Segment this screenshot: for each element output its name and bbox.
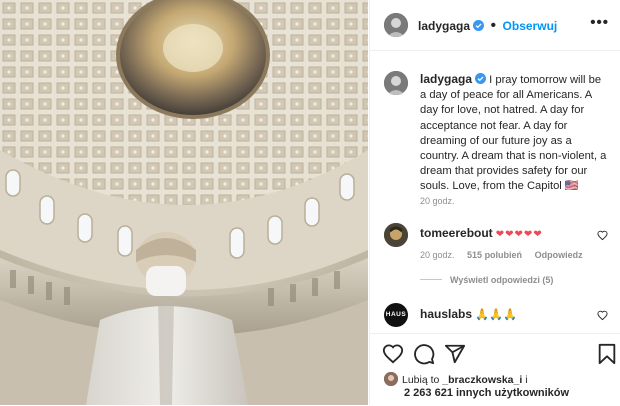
comment-likes[interactable]: 515 polubień [467, 250, 522, 260]
comment-username[interactable]: hauslabs [420, 307, 472, 321]
liked-by-prefix: Lubią to [402, 374, 440, 386]
like-comment-icon[interactable] [597, 310, 608, 321]
hauslabs-avatar[interactable]: HAUS [384, 303, 408, 327]
comment-text: 🙏🙏🙏 [475, 309, 517, 321]
share-icon[interactable] [444, 343, 466, 365]
us-flag-emoji: 🇺🇸 [564, 180, 579, 193]
caption-username[interactable]: ladygaga [420, 72, 472, 86]
like-comment-icon[interactable] [597, 230, 608, 241]
replies-divider [420, 279, 442, 280]
verified-badge-icon [475, 73, 487, 84]
author-avatar[interactable] [384, 13, 408, 37]
capitol-rotunda-image [0, 0, 368, 405]
caption-avatar[interactable] [384, 71, 408, 95]
author-username[interactable]: ladygaga [418, 19, 470, 33]
liker-avatar[interactable] [384, 372, 398, 386]
bookmark-icon[interactable] [596, 343, 618, 365]
heart-icon[interactable] [382, 343, 404, 365]
comment-body: tomeerebout ❤❤❤❤❤ [420, 226, 543, 240]
post-photo[interactable] [0, 0, 368, 405]
reply-button[interactable]: Odpowiedz [535, 250, 583, 260]
header-separator: • [490, 17, 497, 34]
verified-badge-icon [473, 20, 485, 31]
liked-by: Lubią to _braczkowska_i i [402, 374, 528, 386]
post-sidebar: ladygaga • Obserwuj ••• ladygaga I pray … [369, 0, 620, 405]
comment-meta: 20 godz. 515 polubień Odpowiedz [420, 250, 593, 260]
commenter-avatar[interactable] [384, 223, 408, 247]
comment-body: hauslabs 🙏🙏🙏 [420, 307, 517, 321]
caption-time[interactable]: 20 godz. [420, 196, 455, 206]
comment-username[interactable]: tomeerebout [420, 226, 493, 240]
more-options-icon[interactable]: ••• [590, 15, 609, 30]
likes-count[interactable]: 2 263 621 innych użytkowników [404, 387, 569, 399]
caption: ladygaga I pray tomorrow will be a day o… [420, 72, 610, 195]
liked-by-user[interactable]: _braczkowska_i [442, 374, 522, 386]
view-replies-button[interactable]: Wyświetl odpowiedzi (5) [420, 275, 553, 285]
comment-text: ❤❤❤❤❤ [495, 229, 543, 240]
post-header: ladygaga • Obserwuj ••• [370, 0, 620, 51]
post-actions: Lubią to _braczkowska_i i 2 263 621 inny… [370, 333, 620, 406]
comment-icon[interactable] [413, 343, 435, 365]
view-replies-label: Wyświetl odpowiedzi (5) [450, 275, 554, 285]
follow-button[interactable]: Obserwuj [503, 19, 558, 33]
comment-time[interactable]: 20 godz. [420, 250, 455, 260]
caption-text: I pray tomorrow will be a day of peace f… [420, 74, 607, 193]
hauslabs-avatar-text: HAUS [385, 311, 407, 318]
liked-by-connector: i [525, 374, 528, 386]
